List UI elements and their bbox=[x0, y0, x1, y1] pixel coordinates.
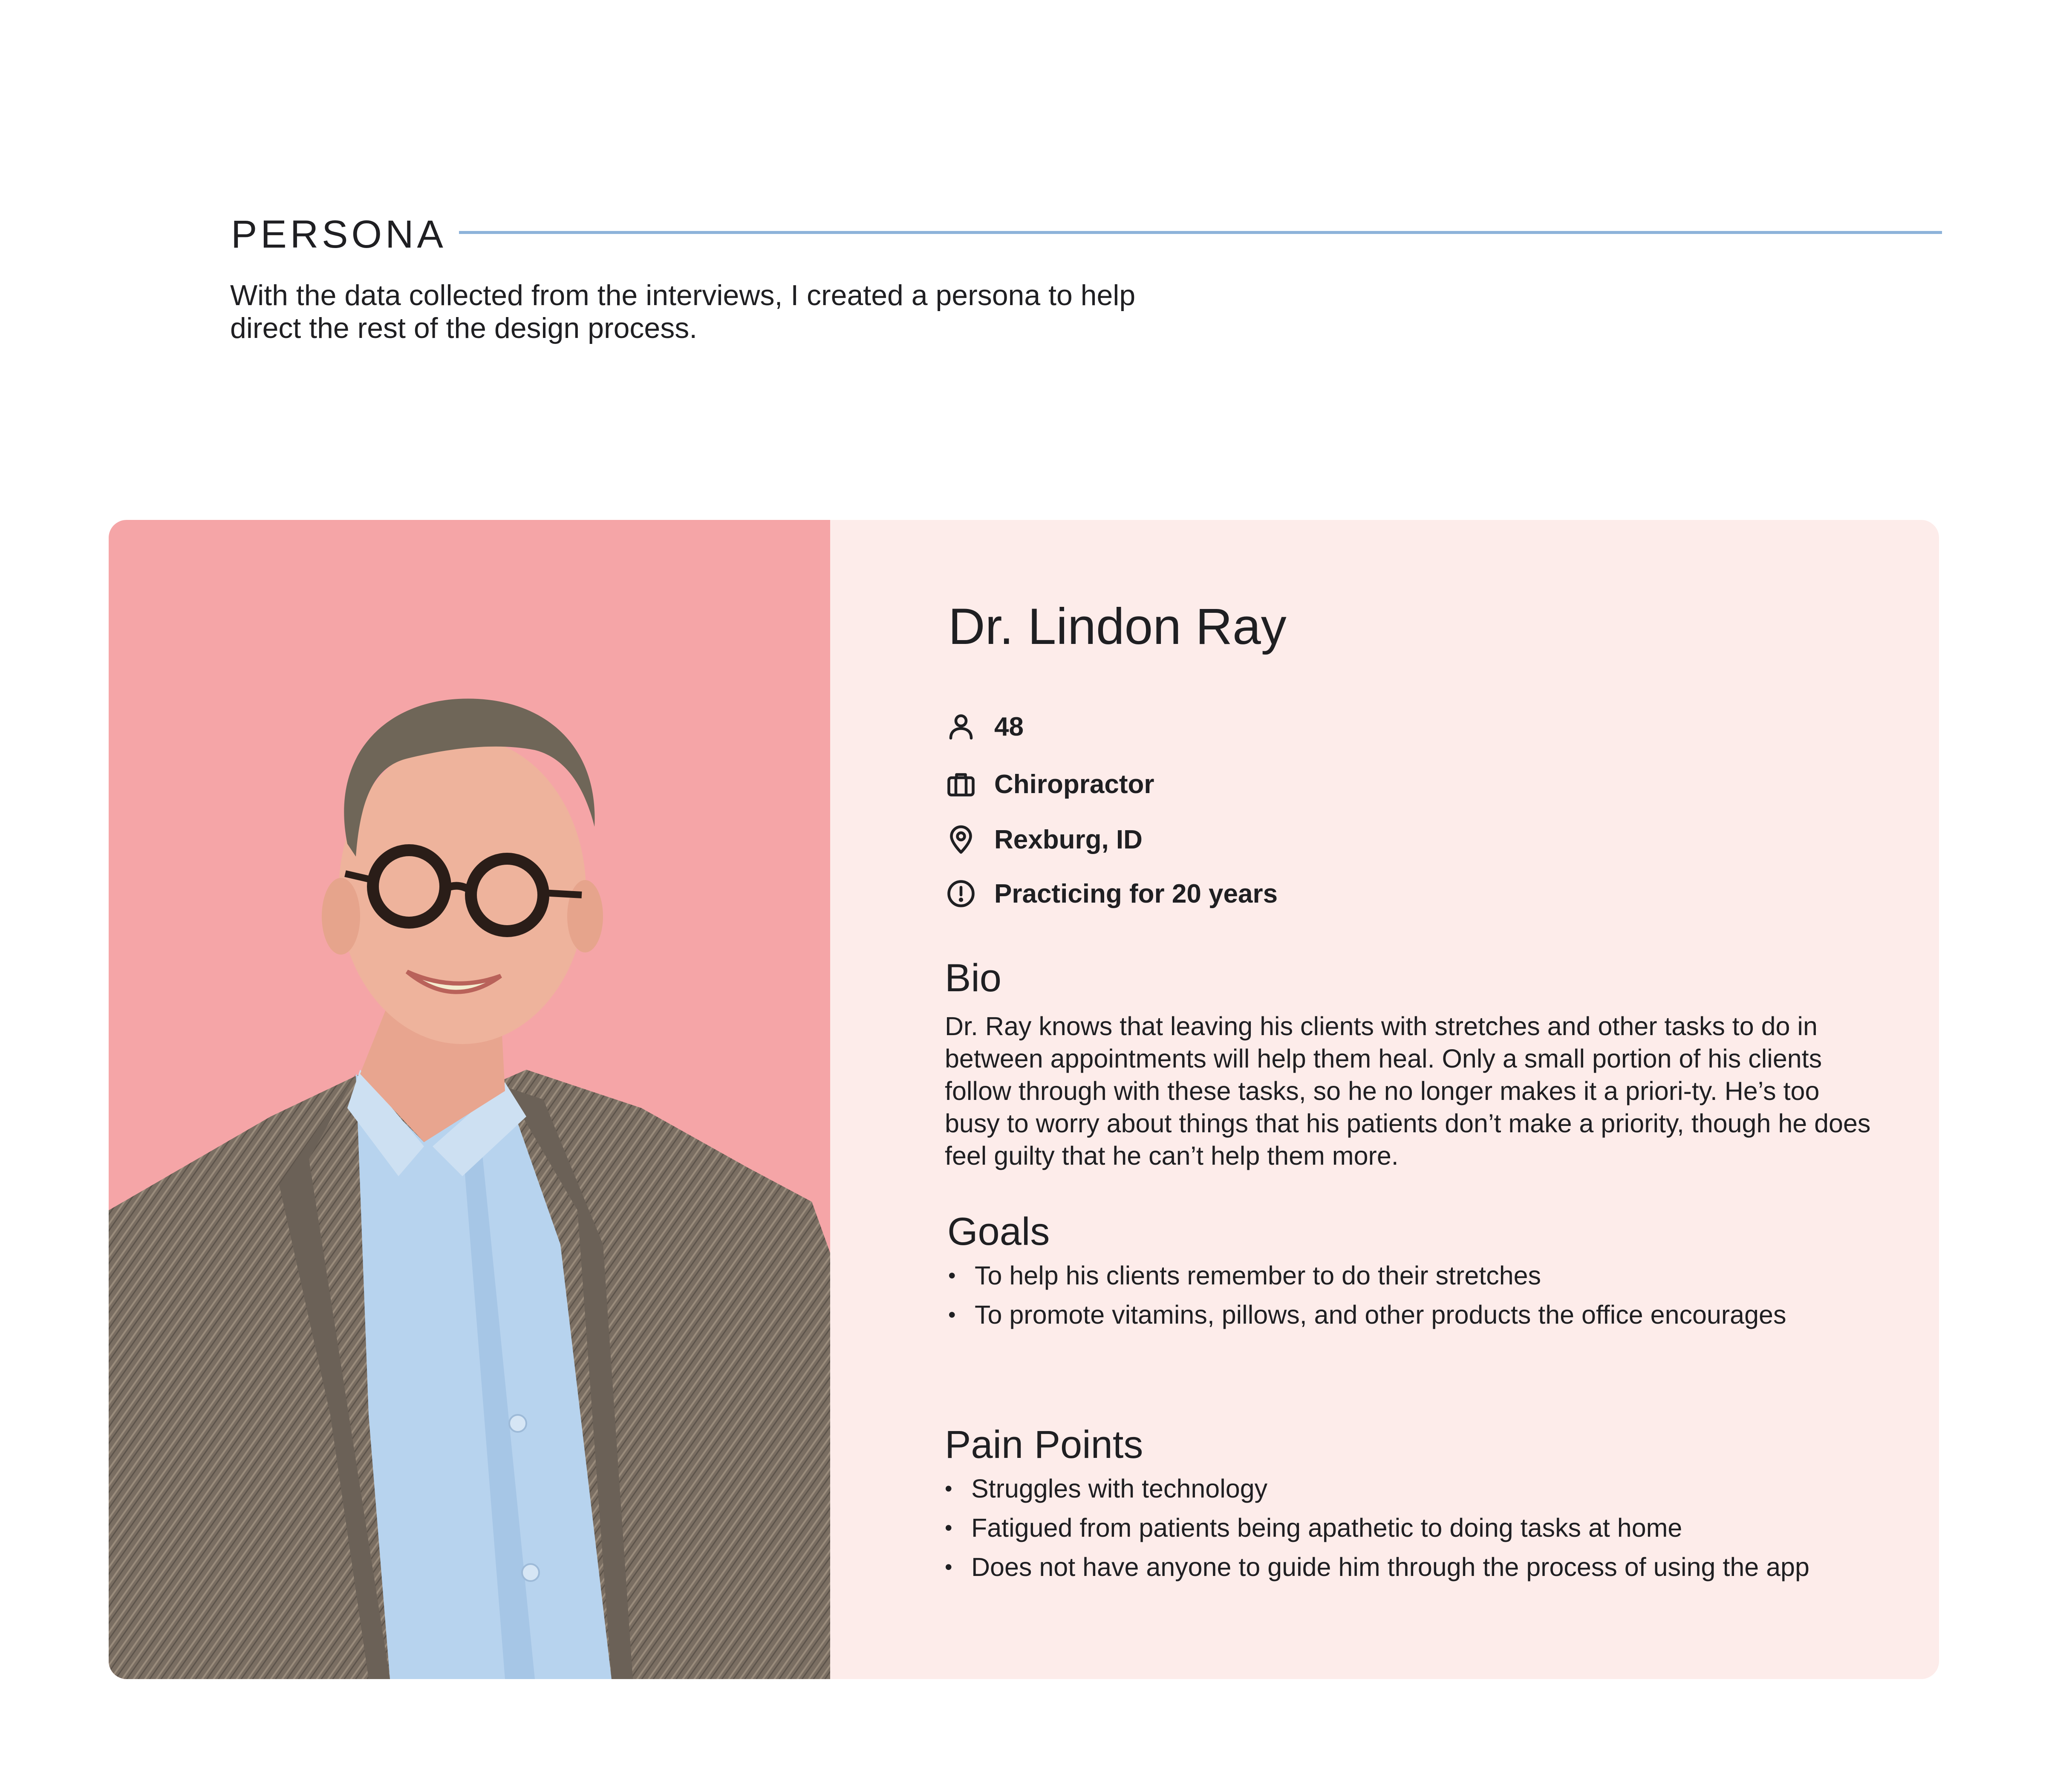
briefcase-icon bbox=[944, 767, 978, 801]
person-icon bbox=[944, 710, 978, 744]
list-item: To promote vitamins, pillows, and other … bbox=[948, 1299, 1864, 1331]
list-item: Does not have anyone to guide him throug… bbox=[945, 1551, 1861, 1583]
persona-name: Dr. Lindon Ray bbox=[948, 598, 1287, 655]
persona-details: Dr. Lindon Ray 48 Chiropractor Rexburg, … bbox=[944, 520, 1882, 1679]
portrait-illustration bbox=[109, 698, 830, 1679]
bio-heading: Bio bbox=[945, 956, 1001, 1000]
section-header: PERSONA bbox=[231, 213, 1944, 256]
fact-age: 48 bbox=[944, 707, 1024, 746]
list-item: Fatigued from patients being apathetic t… bbox=[945, 1512, 1861, 1544]
fact-location: Rexburg, ID bbox=[944, 820, 1143, 859]
fact-occupation: Chiropractor bbox=[944, 765, 1154, 803]
fact-age-label: 48 bbox=[994, 712, 1024, 742]
fact-location-label: Rexburg, ID bbox=[994, 825, 1143, 854]
fact-occupation-label: Chiropractor bbox=[994, 769, 1154, 799]
section-title: PERSONA bbox=[231, 213, 447, 256]
alert-circle-icon bbox=[944, 877, 978, 911]
goals-list: To help his clients remember to do their… bbox=[948, 1259, 1864, 1338]
persona-card: Dr. Lindon Ray 48 Chiropractor Rexburg, … bbox=[109, 520, 1939, 1679]
list-item: To help his clients remember to do their… bbox=[948, 1259, 1864, 1292]
section-divider bbox=[459, 231, 1942, 234]
fact-experience: Practicing for 20 years bbox=[944, 874, 1278, 913]
pain-points-heading: Pain Points bbox=[945, 1423, 1143, 1466]
intro-paragraph: With the data collected from the intervi… bbox=[230, 279, 1136, 344]
bio-text: Dr. Ray knows that leaving his clients w… bbox=[945, 1012, 1871, 1170]
goals-heading: Goals bbox=[947, 1210, 1050, 1253]
pain-points-list: Struggles with technology Fatigued from … bbox=[945, 1472, 1861, 1590]
location-pin-icon bbox=[944, 822, 978, 857]
persona-photo bbox=[109, 520, 830, 1679]
fact-experience-label: Practicing for 20 years bbox=[994, 879, 1278, 909]
list-item: Struggles with technology bbox=[945, 1472, 1861, 1505]
